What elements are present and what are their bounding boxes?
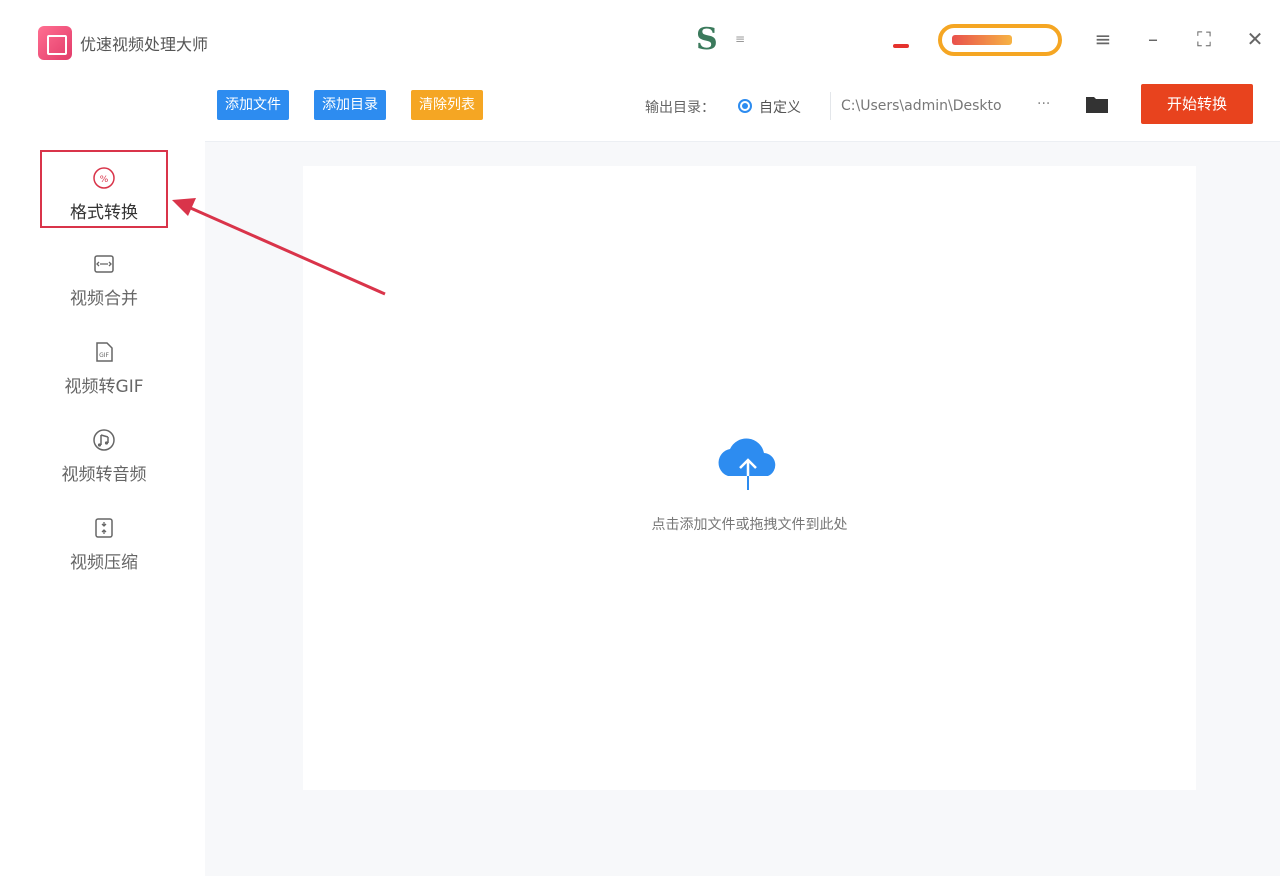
- video-merge-icon: [90, 250, 118, 278]
- cloud-upload-icon[interactable]: [708, 428, 788, 498]
- video-compress-icon: [90, 514, 118, 542]
- sidebar-item-video-gif[interactable]: GIF 视频转GIF: [40, 326, 168, 404]
- sidebar-item-video-compress[interactable]: 视频压缩: [40, 502, 168, 580]
- sidebar-item-label: 视频转音频: [61, 465, 147, 485]
- drop-hint-text: 点击添加文件或拖拽文件到此处: [651, 517, 848, 533]
- file-drop-zone[interactable]: 点击添加文件或拖拽文件到此处: [303, 166, 1196, 790]
- main-area: 点击添加文件或拖拽文件到此处: [205, 142, 1280, 876]
- clear-list-button[interactable]: 清除列表: [411, 90, 483, 120]
- app-logo-icon: [38, 26, 72, 60]
- format-convert-icon: %: [90, 164, 118, 192]
- minimize-icon[interactable]: –: [1138, 24, 1168, 54]
- vip-button[interactable]: [938, 24, 1062, 56]
- sidebar-item-label: 视频转GIF: [64, 377, 144, 397]
- more-button[interactable]: ···: [1037, 96, 1050, 112]
- output-dir-label: 输出目录：: [645, 100, 715, 116]
- toolbar: 添加文件 添加目录 清除列表 输出目录： 自定义 C:\Users\admin\…: [205, 72, 1280, 142]
- sidebar-item-format-convert[interactable]: % 格式转换: [40, 150, 168, 228]
- menu-icon[interactable]: ≡: [1088, 24, 1118, 54]
- start-convert-button[interactable]: 开始转换: [1141, 84, 1253, 124]
- user-indicator: [893, 44, 909, 48]
- video-gif-icon: GIF: [90, 338, 118, 366]
- custom-dir-radio[interactable]: [738, 99, 752, 113]
- add-directory-button[interactable]: 添加目录: [314, 90, 386, 120]
- custom-dir-radio-label[interactable]: 自定义: [759, 97, 801, 117]
- video-audio-icon: [90, 426, 118, 454]
- app-title: 优速视频处理大师: [80, 35, 209, 54]
- svg-text:%: %: [100, 175, 109, 185]
- svg-text:GIF: GIF: [99, 352, 109, 359]
- brand-sub: ≡: [735, 32, 746, 46]
- folder-icon[interactable]: [1085, 94, 1109, 114]
- add-file-button[interactable]: 添加文件: [217, 90, 289, 120]
- sidebar-item-label: 视频合并: [70, 289, 138, 309]
- sidebar-item-label: 视频压缩: [70, 553, 138, 573]
- brand-logo: S: [696, 22, 718, 57]
- output-path-field[interactable]: C:\Users\admin\Deskto: [830, 92, 1030, 120]
- maximize-icon[interactable]: ⛶: [1189, 24, 1219, 54]
- close-icon[interactable]: ✕: [1240, 24, 1270, 54]
- sidebar-item-video-audio[interactable]: 视频转音频: [40, 414, 168, 492]
- sidebar-item-video-merge[interactable]: 视频合并: [40, 238, 168, 316]
- sidebar: % 格式转换 视频合并 GIF 视频转GIF 视频转音频 视频压缩: [0, 72, 205, 876]
- sidebar-item-label: 格式转换: [70, 203, 138, 223]
- title-bar: 优速视频处理大师 S ≡ ≡ – ⛶ ✕: [0, 0, 1280, 72]
